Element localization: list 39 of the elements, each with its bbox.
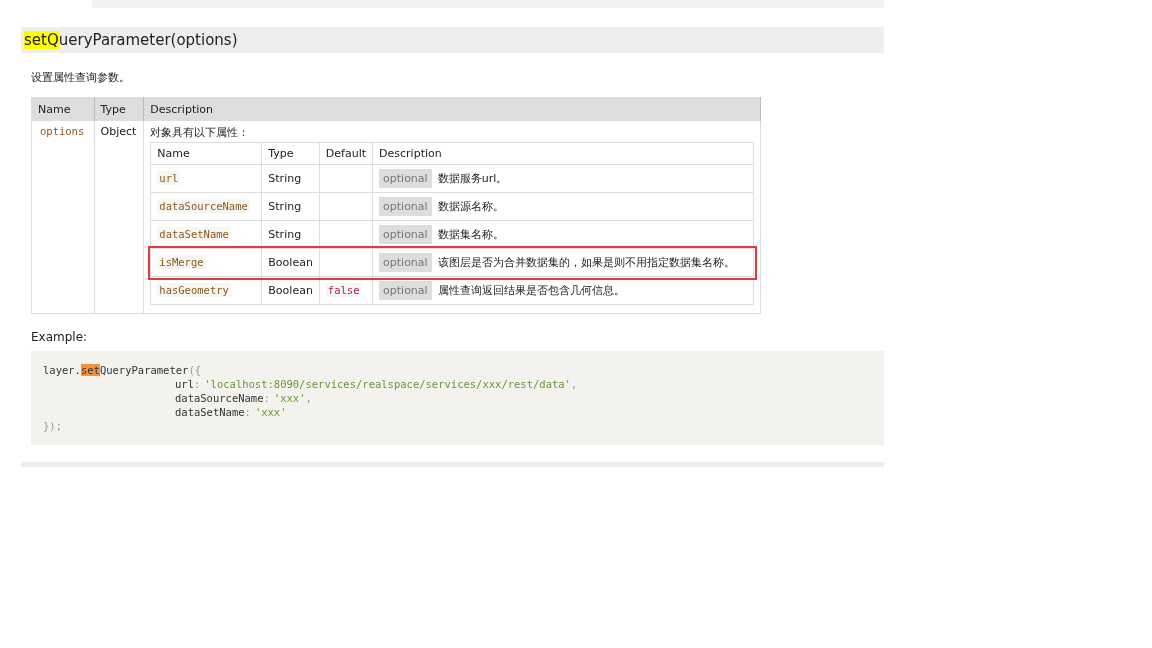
property-name: dataSetName — [157, 227, 231, 241]
table-cell: String — [261, 220, 320, 249]
code-line: url: 'localhost:8090/services/realspace/services/xxx/rest/data', — [174, 377, 579, 391]
table-cell: Boolean — [261, 248, 320, 277]
code-line: }); — [43, 419, 63, 433]
property-description: 属性查询返回结果是否包含几何信息。 — [437, 284, 625, 297]
param-description: 对象具有以下属性： — [150, 126, 250, 139]
optional-tag: optional — [379, 253, 432, 272]
optional-tag: optional — [379, 197, 432, 216]
column-header: Default — [319, 142, 373, 165]
optional-tag: optional — [379, 281, 432, 300]
property-description: 数据服务url。 — [437, 172, 508, 185]
property-name: url — [157, 171, 181, 185]
property-description: 数据源名称。 — [437, 200, 504, 213]
column-header: Name — [31, 97, 94, 121]
example-label: Example: — [31, 330, 89, 344]
column-header: Description — [143, 97, 761, 121]
property-name: hasGeometry — [157, 283, 231, 297]
default-value: false — [325, 283, 362, 297]
property-name: dataSourceName — [157, 199, 250, 213]
property-description: 该图层是否为合并数据集的，如果是则不用指定数据集名称。 — [437, 256, 735, 269]
optional-tag: optional — [379, 169, 432, 188]
property-description: 数据集名称。 — [437, 228, 504, 241]
column-header: Type — [94, 97, 144, 121]
code-line: dataSetName: 'xxx' — [174, 405, 288, 419]
code-line: dataSourceName: 'xxx', — [174, 391, 313, 405]
column-header: Description — [372, 142, 754, 165]
property-name: isMerge — [157, 255, 206, 269]
method-summary: 设置属性查询参数。 — [31, 70, 131, 85]
optional-tag: optional — [379, 225, 432, 244]
table-cell: String — [261, 164, 320, 193]
column-header: Type — [261, 142, 320, 165]
table-cell: options — [31, 121, 94, 314]
table-cell: Boolean — [261, 276, 320, 305]
table-cell: String — [261, 192, 320, 221]
column-header: Name — [150, 142, 262, 165]
method-heading: setQueryParameter(options) — [21, 27, 884, 53]
table-cell: Object — [94, 121, 144, 314]
code-line: layer.setQueryParameter({ — [43, 363, 203, 377]
